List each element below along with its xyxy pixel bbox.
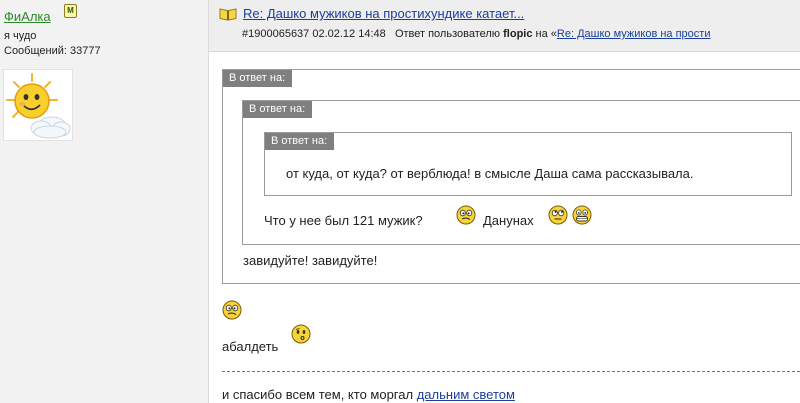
grin-smiley-icon (572, 205, 592, 225)
book-icon (219, 7, 237, 26)
quote-outer-text: завидуйте! завидуйте! (243, 253, 378, 268)
quote-inner-text: от куда, от куда? от верблюда! в смысле … (286, 166, 694, 181)
author-post-count: Сообщений: 33777 (4, 45, 101, 57)
message-header: Re: Дашко мужиков на простихундике катае… (209, 0, 800, 52)
quote-label: В ответ на: (243, 101, 313, 118)
moderator-badge-icon: M (64, 4, 77, 18)
quote-label: В ответ на: (265, 133, 335, 150)
wondering-smiley-icon (291, 324, 311, 344)
message-meta: #1900065637 02.02.12 14:48 Ответ пользов… (242, 28, 710, 40)
signature-separator (222, 371, 800, 372)
signature: и спасибо всем тем, кто моргал дальним с… (222, 387, 515, 402)
signature-link[interactable]: дальним светом (417, 387, 515, 402)
quote-middle-text-1: Что у нее был 121 мужик? (264, 213, 423, 228)
quote-middle-text-2: Данунах (483, 213, 534, 228)
avatar[interactable] (3, 69, 73, 141)
quote-label: В ответ на: (223, 70, 293, 87)
author-panel: ФиАлка M я чудо Сообщений: 33777 (0, 0, 209, 403)
reply-parent-link[interactable]: Re: Дашко мужиков на прости (557, 28, 711, 40)
reply-prefix: Ответ пользователю (394, 28, 501, 40)
message-id-date: #1900065637 02.02.12 14:48 (242, 28, 386, 40)
reply-username: flopic (503, 28, 533, 40)
signature-text: и спасибо всем тем, кто моргал (222, 387, 414, 402)
author-name-link[interactable]: ФиАлка (4, 9, 51, 24)
message-body-text: абалдеть (222, 339, 279, 354)
confused-smiley-icon (222, 300, 242, 320)
rolling-eyes-smiley-icon (548, 205, 568, 225)
confused-smiley-icon (456, 205, 476, 225)
reply-on-text: на « (535, 28, 557, 40)
sun-on-cloud-avatar-icon (6, 73, 71, 139)
message-title-link[interactable]: Re: Дашко мужиков на простихундике катае… (243, 6, 524, 21)
author-status: я чудо (4, 30, 37, 42)
quote-inner: В ответ на: от куда, от куда? от верблюд… (264, 132, 792, 196)
